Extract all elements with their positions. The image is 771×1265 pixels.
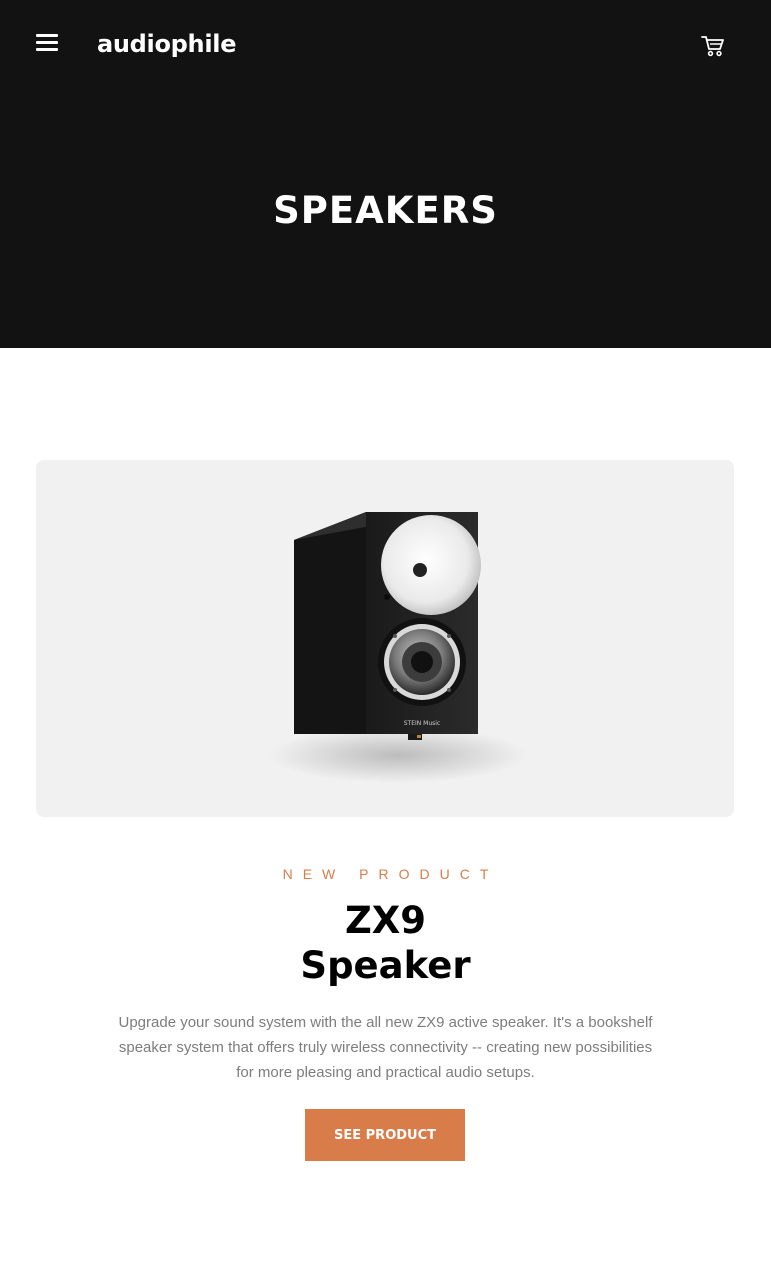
- see-product-button[interactable]: SEE PRODUCT: [305, 1109, 465, 1161]
- site-logo[interactable]: audiophile: [97, 30, 236, 58]
- product-name-line2: Speaker: [300, 944, 471, 987]
- site-header: audiophile SPEAKERS: [0, 0, 771, 348]
- product-image: STEIN Music: [36, 460, 734, 817]
- product-name-line1: ZX9: [344, 899, 427, 942]
- product-name: ZX9 Speaker: [0, 898, 771, 988]
- hamburger-menu-icon[interactable]: [36, 33, 58, 53]
- speaker-brand-mark: STEIN Music: [404, 720, 441, 727]
- page-title: SPEAKERS: [273, 189, 498, 232]
- product-description: Upgrade your sound system with the all n…: [118, 1014, 653, 1081]
- cart-icon[interactable]: [700, 34, 726, 58]
- new-product-eyebrow: NEW PRODUCT: [282, 866, 499, 882]
